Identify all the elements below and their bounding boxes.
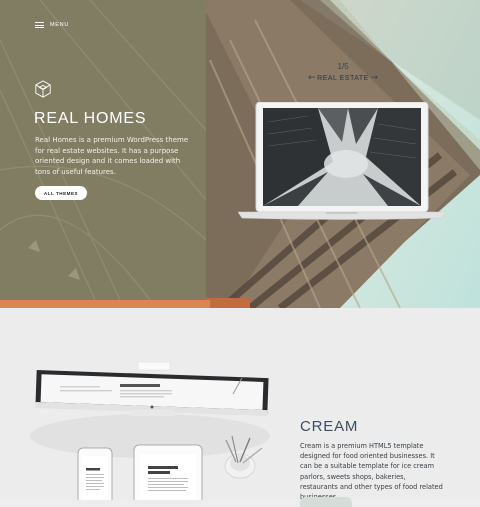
cream-title: CREAM bbox=[300, 418, 359, 435]
slider-nav: ← REAL ESTATE → bbox=[308, 73, 378, 83]
menu-button[interactable]: MENU bbox=[35, 22, 69, 28]
arrow-right-icon[interactable]: → bbox=[370, 73, 378, 83]
cream-description: Cream is a premium HTML5 template design… bbox=[300, 442, 443, 501]
theme-description: Real Homes is a premium WordPress theme … bbox=[35, 136, 189, 176]
devices-mockup bbox=[30, 361, 270, 500]
all-themes-button[interactable]: ALL THEMES bbox=[35, 186, 87, 200]
tablet bbox=[133, 444, 203, 500]
hero-section: MENU REAL HOMES Real Homes is a premium … bbox=[0, 0, 480, 308]
laptop-mockup bbox=[238, 102, 446, 220]
cube-icon bbox=[35, 80, 51, 98]
hero-panel: MENU REAL HOMES Real Homes is a premium … bbox=[0, 0, 206, 300]
arrow-left-icon[interactable]: ← bbox=[308, 73, 316, 83]
cream-button-partial[interactable] bbox=[300, 497, 352, 507]
slide-counter: 1/5 bbox=[337, 62, 349, 71]
theme-title: REAL HOMES bbox=[34, 110, 147, 127]
slide-category: REAL ESTATE bbox=[317, 74, 369, 82]
phone bbox=[77, 447, 113, 500]
hamburger-icon bbox=[35, 22, 44, 28]
cream-section: CREAM Cream is a premium HTML5 template … bbox=[0, 308, 480, 507]
menu-label: MENU bbox=[50, 22, 69, 28]
city-screenshot bbox=[263, 108, 421, 206]
